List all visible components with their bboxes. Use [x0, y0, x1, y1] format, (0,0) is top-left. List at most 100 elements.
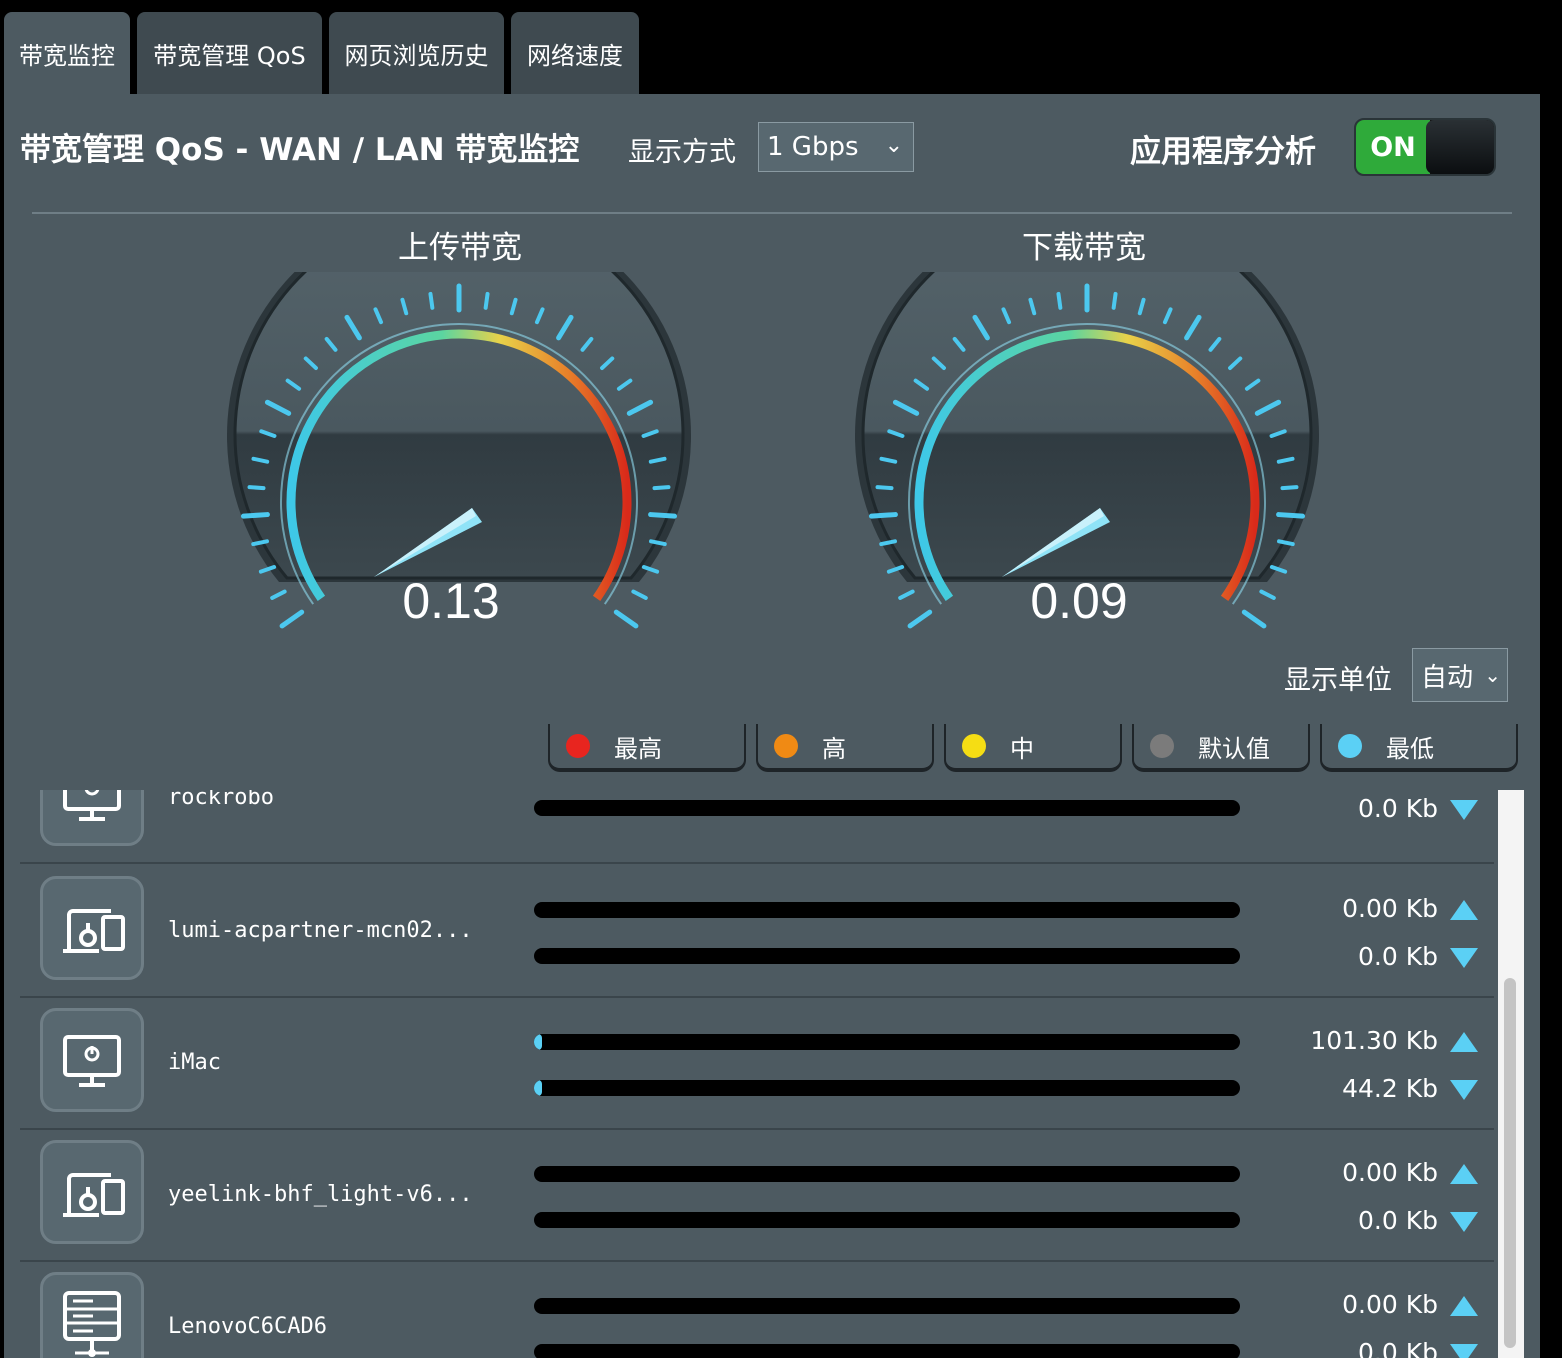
device-row: yeelink-bhf_light-v6... 0.00 Kb 0.0 Kb [20, 1128, 1494, 1262]
download-arrow-icon [1450, 1212, 1478, 1232]
tab-label: 带宽监控 [19, 41, 115, 70]
legend-dot [566, 734, 590, 758]
download-value: 44.2 Kb [1342, 1074, 1438, 1103]
upload-bar-fill [534, 1034, 543, 1050]
upload-bar [534, 1034, 1240, 1050]
legend-dot [774, 734, 798, 758]
legend-label: 中 [1010, 734, 1034, 763]
tab-label: 网页浏览历史 [344, 41, 489, 70]
upload-bar [534, 902, 1240, 918]
gauge-tick [613, 609, 639, 629]
legend-dot [962, 734, 986, 758]
tab-label: 网络速度 [527, 41, 623, 70]
scrollbar-thumb[interactable] [1504, 978, 1516, 1348]
upload-gauge: 0.13 [227, 272, 691, 629]
display-mode-label: 显示方式 [628, 137, 736, 168]
upload-bar [534, 1298, 1240, 1314]
device-row: rockrobo 0.0 Kb [20, 790, 1494, 864]
display-mode-select[interactable]: 1 Gbps ⌄ [758, 122, 914, 172]
download-arrow-icon [1450, 1344, 1478, 1358]
app-analysis-label: 应用程序分析 [1130, 134, 1316, 170]
gauge-tick [428, 291, 435, 310]
gauge-tick [1241, 609, 1267, 629]
gauge-tick [648, 512, 678, 519]
chevron-down-icon: ⌄ [884, 133, 903, 158]
server-icon[interactable] [40, 1272, 144, 1358]
iot-device-icon[interactable] [40, 1140, 144, 1244]
download-arrow-icon [1450, 800, 1478, 820]
display-unit-select[interactable]: 自动 ⌄ [1412, 648, 1508, 702]
upload-value: 101.30 Kb [1310, 1026, 1438, 1055]
desktop-icon[interactable] [40, 790, 144, 846]
tab-label: 带宽管理 QoS [153, 41, 306, 70]
download-gauge: 0.09 [855, 272, 1319, 629]
tab-network-speed[interactable]: 网络速度 [511, 12, 639, 94]
device-name: LenovoC6CAD6 [168, 1314, 327, 1339]
download-bar-fill [534, 1080, 543, 1096]
desktop-icon[interactable] [40, 1008, 144, 1112]
legend-label: 默认值 [1198, 734, 1270, 763]
upload-value: 0.00 Kb [1342, 894, 1438, 923]
device-row: LenovoC6CAD6 0.00 Kb 0.0 Kb [20, 1260, 1494, 1358]
tab-bandwidth-monitor[interactable]: 带宽监控 [4, 12, 130, 94]
upload-arrow-icon [1450, 1296, 1478, 1316]
tab-web-history[interactable]: 网页浏览历史 [329, 12, 504, 94]
upload-bar [534, 1166, 1240, 1182]
toggle-on-label: ON [1356, 120, 1430, 174]
upload-arrow-icon [1450, 1032, 1478, 1052]
app-analysis-toggle[interactable]: ON [1354, 118, 1496, 176]
gauge-tick [631, 589, 648, 600]
legend-label: 高 [822, 734, 846, 763]
download-gauge-title: 下载带宽 [1022, 230, 1146, 266]
legend-highest: 最高 [548, 724, 746, 772]
gauge-tick [1259, 589, 1276, 600]
legend-medium: 中 [944, 724, 1122, 772]
chevron-down-icon: ⌄ [1484, 663, 1501, 687]
gauge-tick [649, 539, 667, 547]
gauge-tick [240, 512, 270, 519]
device-row: lumi-acpartner-mcn02... 0.00 Kb 0.0 Kb [20, 864, 1494, 998]
legend-lowest: 最低 [1320, 724, 1518, 772]
download-bar [534, 948, 1240, 964]
device-row: iMac 101.30 Kb 44.2 Kb [20, 996, 1494, 1130]
device-name: yeelink-bhf_light-v6... [168, 1182, 473, 1207]
download-value: 0.0 Kb [1358, 942, 1438, 971]
gauge-tick [483, 291, 490, 310]
upload-value: 0.00 Kb [1342, 1158, 1438, 1187]
gauge-tick [868, 512, 898, 519]
download-arrow-icon [1450, 1080, 1478, 1100]
scrollbar[interactable] [1498, 790, 1524, 1358]
download-arrow-icon [1450, 948, 1478, 968]
page-title: 带宽管理 QoS - WAN / LAN 带宽监控 [20, 132, 580, 168]
gauge-tick [1280, 485, 1299, 491]
tab-bar: 带宽监控 带宽管理 QoS 网页浏览历史 网络速度 [0, 0, 1562, 94]
display-unit-value: 自动 [1421, 662, 1474, 693]
legend-label: 最低 [1386, 734, 1434, 763]
gauge-tick [879, 539, 897, 547]
tab-qos[interactable]: 带宽管理 QoS [137, 12, 322, 94]
upload-arrow-icon [1450, 1164, 1478, 1184]
upload-arrow-icon [1450, 900, 1478, 920]
download-bar [534, 1080, 1240, 1096]
gauge-tick [875, 485, 894, 491]
gauge-tick [1276, 512, 1306, 519]
gauge-tick [907, 609, 933, 629]
gauge-tick [879, 456, 898, 464]
download-bar [534, 1212, 1240, 1228]
divider [32, 212, 1512, 214]
gauge-tick [652, 485, 671, 491]
toggle-knob [1426, 120, 1494, 174]
iot-device-icon[interactable] [40, 876, 144, 980]
legend-default: 默认值 [1132, 724, 1310, 772]
gauge-tick [1276, 456, 1295, 464]
gauge-tick [1277, 539, 1295, 547]
legend-label: 最高 [614, 734, 662, 763]
device-name: rockrobo [168, 790, 274, 810]
legend-high: 高 [756, 724, 934, 772]
device-name: iMac [168, 1050, 221, 1075]
upload-gauge-value: 0.13 [402, 573, 499, 629]
gauge-tick [251, 456, 270, 464]
gauge-tick [898, 589, 915, 600]
gauge-tick [270, 589, 287, 600]
upload-value: 0.00 Kb [1342, 1290, 1438, 1319]
